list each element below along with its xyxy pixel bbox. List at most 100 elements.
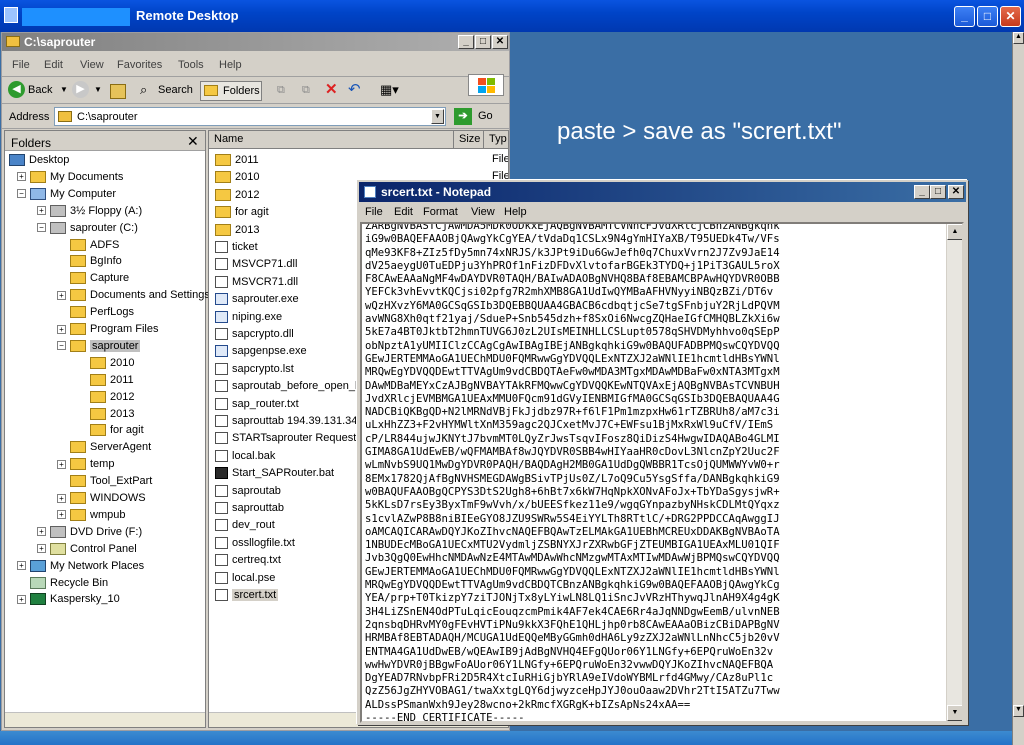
file-row[interactable]: sapcrypto.dll	[215, 326, 294, 343]
menu-favorites[interactable]: Favorites	[117, 59, 162, 71]
notepad-menu-view[interactable]: View	[471, 206, 495, 218]
views-icon[interactable]: ▦▾	[380, 81, 399, 101]
tree-item[interactable]: PerfLogs	[57, 305, 134, 322]
file-row[interactable]: srcert.txt	[215, 587, 279, 604]
notepad-titlebar[interactable]: srcert.txt - Notepad _ □ ✕	[359, 182, 966, 202]
folders-pane-close-icon[interactable]: ✕	[187, 133, 199, 150]
notepad-menu-help[interactable]: Help	[504, 206, 527, 218]
explorer-close-button[interactable]: ✕	[492, 35, 508, 49]
tree-item[interactable]: Capture	[57, 271, 129, 288]
menu-file[interactable]: File	[12, 59, 30, 71]
file-row[interactable]: sap_router.txt	[215, 396, 299, 413]
scroll-up-arrow-icon[interactable]: ▲	[947, 224, 962, 240]
file-row[interactable]: 2010	[215, 169, 259, 186]
file-row[interactable]: 2011	[215, 152, 259, 169]
tree-item[interactable]: Tool_ExtPart	[57, 474, 152, 491]
tree-item[interactable]: + My Documents	[17, 170, 123, 187]
copy-to-icon[interactable]: ⧉	[302, 81, 310, 101]
tree-item[interactable]: + Control Panel	[37, 542, 137, 559]
file-row[interactable]: MSVCP71.dll	[215, 256, 297, 273]
file-row[interactable]: 2013	[215, 222, 259, 239]
expand-icon[interactable]: +	[37, 206, 46, 216]
address-input[interactable]: C:\saprouter ▼	[54, 107, 446, 126]
expand-icon[interactable]: +	[37, 527, 46, 537]
address-dropdown-icon[interactable]: ▼	[431, 109, 444, 124]
remote-desktop-minimize-button[interactable]: _	[954, 6, 975, 27]
file-row[interactable]: local.pse	[215, 570, 275, 587]
file-row[interactable]: 2012	[215, 187, 259, 204]
folders-toggle-button[interactable]: Folders	[200, 81, 262, 101]
expand-icon[interactable]: +	[57, 290, 66, 300]
scroll-up-arrow-icon[interactable]: ▲	[1013, 32, 1024, 44]
file-row[interactable]: sapcrypto.lst	[215, 361, 294, 378]
file-row[interactable]: saprouter.exe	[215, 291, 299, 308]
notepad-vertical-scrollbar[interactable]: ▲ ▼	[946, 224, 962, 721]
file-row[interactable]: local.bak	[215, 448, 275, 465]
expand-icon[interactable]: +	[17, 172, 26, 182]
move-to-icon[interactable]: ⧉	[277, 81, 285, 101]
expand-icon[interactable]: +	[17, 561, 26, 571]
tree-item[interactable]: ADFS	[57, 238, 119, 255]
tree-item[interactable]: for agit	[77, 423, 144, 440]
tree-item[interactable]: + Kaspersky_10	[17, 592, 120, 609]
file-row[interactable]: STARTsaprouter Request	[215, 430, 356, 447]
notepad-maximize-button[interactable]: □	[930, 185, 946, 199]
file-row[interactable]: saprouttab	[215, 500, 284, 517]
delete-icon[interactable]: ✕	[325, 81, 338, 101]
remote-desktop-titlebar[interactable]: Remote Desktop _ □ ✕	[0, 0, 1024, 32]
tree-item[interactable]: + My Network Places	[17, 559, 144, 576]
expand-icon[interactable]: +	[17, 594, 26, 604]
folders-horizontal-scrollbar[interactable]	[5, 712, 205, 727]
file-row[interactable]: dev_rout	[215, 517, 275, 534]
scroll-down-arrow-icon[interactable]: ▼	[1013, 705, 1024, 717]
remote-desktop-close-button[interactable]: ✕	[1000, 6, 1021, 27]
tree-item[interactable]: + DVD Drive (F:)	[37, 525, 142, 542]
tree-item[interactable]: − saprouter (C:)	[37, 221, 138, 238]
tree-item[interactable]: − My Computer	[17, 187, 116, 204]
menu-edit[interactable]: Edit	[44, 59, 63, 71]
file-row[interactable]: niping.exe	[215, 309, 282, 326]
undo-icon[interactable]: ↶	[348, 81, 361, 101]
tree-item[interactable]: + WINDOWS	[57, 491, 146, 508]
forward-arrow-icon[interactable]: ▶	[72, 81, 89, 98]
expand-icon[interactable]: +	[57, 510, 66, 520]
tree-item[interactable]: + wmpub	[57, 508, 125, 525]
file-row[interactable]: Start_SAPRouter.bat	[215, 465, 334, 482]
tree-item[interactable]: + temp	[57, 457, 114, 474]
tree-item[interactable]: 2013	[77, 407, 134, 424]
column-type[interactable]: Typ	[484, 131, 508, 149]
back-dropdown-icon[interactable]: ▼	[60, 81, 68, 101]
collapse-icon[interactable]: −	[37, 223, 46, 233]
forward-dropdown-icon[interactable]: ▼	[94, 81, 102, 101]
search-icon[interactable]: ⌕	[140, 81, 147, 101]
menu-help[interactable]: Help	[219, 59, 242, 71]
notepad-menu-format[interactable]: Format	[423, 206, 458, 218]
scroll-down-arrow-icon[interactable]: ▼	[947, 705, 962, 721]
file-row[interactable]: certreq.txt	[215, 552, 281, 569]
explorer-titlebar[interactable]: C:\saprouter _ □ ✕	[2, 33, 509, 51]
notepad-menu-edit[interactable]: Edit	[394, 206, 413, 218]
notepad-minimize-button[interactable]: _	[914, 185, 930, 199]
tree-item[interactable]: + Program Files	[57, 322, 158, 339]
file-row[interactable]: saproutab	[215, 483, 281, 500]
tree-item[interactable]: 2010	[77, 356, 134, 373]
tree-item[interactable]: ServerAgent	[57, 440, 151, 457]
menu-view[interactable]: View	[80, 59, 104, 71]
explorer-maximize-button[interactable]: □	[475, 35, 491, 49]
tree-item[interactable]: BgInfo	[57, 254, 122, 271]
collapse-icon[interactable]: −	[57, 341, 66, 351]
search-button[interactable]: Search	[158, 81, 193, 101]
file-row[interactable]: ossllogfile.txt	[215, 535, 295, 552]
file-row[interactable]: MSVCR71.dll	[215, 274, 298, 291]
remote-desktop-maximize-button[interactable]: □	[977, 6, 998, 27]
file-row[interactable]: for agit	[215, 204, 269, 221]
expand-icon[interactable]: +	[57, 459, 66, 469]
back-button[interactable]: Back	[28, 81, 52, 101]
expand-icon[interactable]: +	[37, 544, 46, 554]
column-name[interactable]: Name	[209, 131, 454, 149]
notepad-menu-file[interactable]: File	[365, 206, 383, 218]
menu-tools[interactable]: Tools	[178, 59, 204, 71]
up-folder-icon[interactable]	[110, 84, 126, 99]
tree-item[interactable]: 2012	[77, 390, 134, 407]
tree-item[interactable]: Desktop	[9, 153, 69, 170]
